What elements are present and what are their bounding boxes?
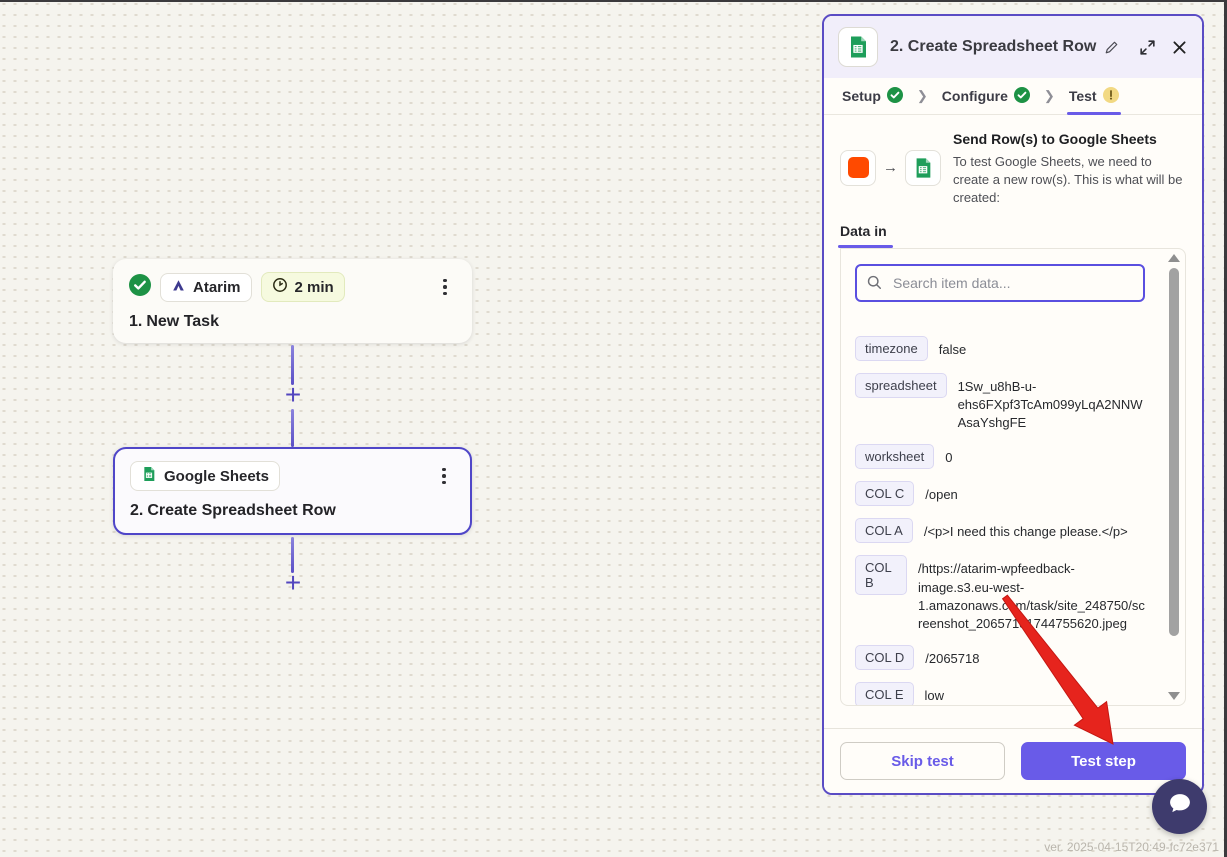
field-value: 1Sw_u8hB-u-ehs6FXpf3TcAm099yLqA2NNWAsaYs… xyxy=(958,373,1145,433)
step-2-menu-button[interactable] xyxy=(433,466,455,487)
scrollbar-up-arrow-icon[interactable] xyxy=(1168,254,1180,262)
step-1-name: New Task xyxy=(146,313,219,330)
app-badge-atarim: Atarim xyxy=(160,273,252,302)
step-1-menu-button[interactable] xyxy=(434,277,456,298)
data-field-row: worksheet 0 xyxy=(855,444,1145,469)
scrollbar-thumb[interactable] xyxy=(1169,268,1179,636)
arrow-right-icon: → xyxy=(883,159,898,176)
field-value: /https://atarim-wpfeedback-image.s3.eu-w… xyxy=(918,555,1145,633)
test-action-title: Send Row(s) to Google Sheets xyxy=(953,131,1186,147)
test-step-button[interactable]: Test step xyxy=(1021,742,1186,780)
field-key-pill: timezone xyxy=(855,336,928,361)
setup-complete-icon xyxy=(887,87,903,106)
panel-footer: Skip test Test step xyxy=(824,728,1202,793)
tab-test-label: Test xyxy=(1069,88,1097,104)
data-field-row: COL E low xyxy=(855,682,1145,706)
test-warning-icon xyxy=(1103,87,1119,106)
step-1-number: 1. xyxy=(129,313,142,330)
vertical-scrollbar[interactable] xyxy=(1168,254,1180,700)
step-detail-panel: 2. Create Spreadsheet Row Setup ❯ Config… xyxy=(822,14,1204,795)
chevron-right-icon: ❯ xyxy=(917,88,928,104)
field-value: /2065718 xyxy=(925,645,1145,668)
app-badge-label: Google Sheets xyxy=(164,468,269,485)
field-value: /open xyxy=(925,481,1145,504)
field-value: 0 xyxy=(945,444,1145,467)
field-key-pill: COL E xyxy=(855,682,914,706)
data-in-scroll-area: timezone false spreadsheet 1Sw_u8hB-u-eh… xyxy=(840,248,1186,706)
add-step-button-2[interactable]: + xyxy=(280,571,306,597)
step-2-number: 2. xyxy=(130,502,143,519)
field-key-pill: COL B xyxy=(855,555,907,595)
data-field-row: COL B /https://atarim-wpfeedback-image.s… xyxy=(855,555,1145,633)
connector-line xyxy=(291,409,294,447)
duration-badge: 2 min xyxy=(261,272,345,302)
chat-bubble-icon xyxy=(1166,790,1194,823)
field-key-pill: COL A xyxy=(855,518,913,543)
chat-support-button[interactable] xyxy=(1152,779,1207,834)
field-key-pill: COL C xyxy=(855,481,914,506)
tab-test[interactable]: Test xyxy=(1067,78,1121,114)
step-2-title: 2.Create Spreadsheet Row xyxy=(130,502,455,520)
google-sheets-icon xyxy=(905,150,941,186)
tab-configure-label: Configure xyxy=(942,88,1008,104)
search-item-data-input[interactable] xyxy=(855,264,1145,302)
atarim-app-icon xyxy=(840,150,876,186)
step-1-title: 1.New Task xyxy=(129,313,456,331)
app-badge-label: Atarim xyxy=(193,279,241,296)
close-panel-icon[interactable] xyxy=(1171,39,1188,56)
data-field-row: COL A /<p>I need this change please.</p> xyxy=(855,518,1145,543)
atarim-logo-icon xyxy=(171,278,186,297)
tab-setup-label: Setup xyxy=(842,88,881,104)
panel-title: 2. Create Spreadsheet Row xyxy=(890,38,1096,56)
tab-configure[interactable]: Configure xyxy=(940,78,1032,114)
field-key-pill: spreadsheet xyxy=(855,373,947,398)
test-tab-content: → Send Row(s) to Google Sheets To test G… xyxy=(824,115,1202,728)
scrollbar-down-arrow-icon[interactable] xyxy=(1168,692,1180,700)
data-field-row: COL D /2065718 xyxy=(855,645,1145,670)
expand-panel-icon[interactable] xyxy=(1138,38,1157,57)
field-key-pill: COL D xyxy=(855,645,914,670)
tab-setup[interactable]: Setup xyxy=(840,78,905,114)
app-badge-google-sheets: Google Sheets xyxy=(130,461,280,491)
field-value: false xyxy=(939,336,1145,359)
workflow-step-2-card[interactable]: Google Sheets 2.Create Spreadsheet Row xyxy=(113,447,472,535)
step-tabs: Setup ❯ Configure ❯ Test xyxy=(824,78,1202,115)
step-success-check-icon xyxy=(129,274,151,301)
add-step-button-1[interactable]: + xyxy=(280,383,306,409)
google-sheets-icon xyxy=(141,466,157,486)
data-field-row: spreadsheet 1Sw_u8hB-u-ehs6FXpf3TcAm099y… xyxy=(855,373,1145,433)
chevron-right-icon: ❯ xyxy=(1044,88,1055,104)
test-action-description: To test Google Sheets, we need to create… xyxy=(953,153,1186,207)
data-field-row: timezone false xyxy=(855,336,1145,361)
google-sheets-icon xyxy=(838,27,878,67)
panel-header: 2. Create Spreadsheet Row xyxy=(824,16,1202,78)
version-label: ver. 2025-04-15T20:49-fc72e371 xyxy=(1044,840,1219,854)
tab-data-in[interactable]: Data in xyxy=(840,223,887,248)
field-value: /<p>I need this change please.</p> xyxy=(924,518,1145,541)
configure-complete-icon xyxy=(1014,87,1030,106)
step-2-name: Create Spreadsheet Row xyxy=(147,502,336,519)
search-icon xyxy=(866,274,883,296)
window-edge-top xyxy=(0,0,1227,2)
skip-test-button[interactable]: Skip test xyxy=(840,742,1005,780)
data-field-list: timezone false spreadsheet 1Sw_u8hB-u-eh… xyxy=(855,336,1145,706)
edit-title-pencil-icon[interactable] xyxy=(1104,40,1119,55)
workflow-step-1-card[interactable]: Atarim 2 min 1.New Task xyxy=(113,259,472,343)
duration-badge-label: 2 min xyxy=(295,279,334,296)
field-value: low xyxy=(925,682,1145,705)
clock-icon xyxy=(272,277,288,297)
data-field-row: COL C /open xyxy=(855,481,1145,506)
field-key-pill: worksheet xyxy=(855,444,934,469)
